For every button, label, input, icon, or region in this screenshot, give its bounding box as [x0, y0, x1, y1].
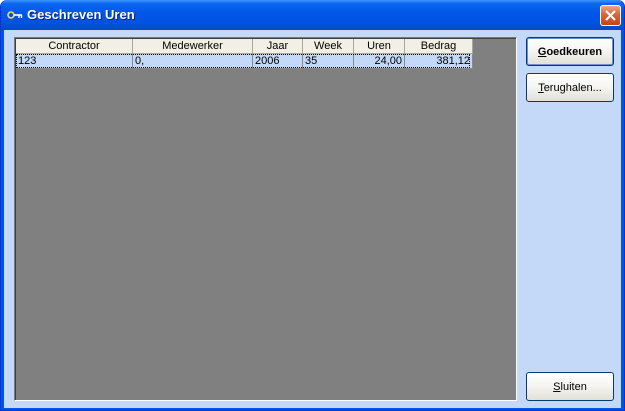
close-mnemonic: S — [553, 380, 561, 393]
column-header-medewerker[interactable]: Medewerker — [133, 39, 253, 54]
close-icon — [605, 10, 616, 21]
column-header-bedrag[interactable]: Bedrag — [405, 39, 473, 54]
dialog-client-area: Contractor Medewerker Jaar Week Uren Bed… — [4, 30, 621, 408]
grid-header: Contractor Medewerker Jaar Week Uren Bed… — [16, 39, 473, 54]
key-icon — [7, 11, 23, 19]
cell-contractor[interactable]: 123 — [16, 54, 133, 69]
close-label-rest: luiten — [560, 380, 587, 393]
close-button[interactable]: Sluiten — [526, 372, 614, 401]
retrieve-label-rest: erughalen... — [543, 81, 602, 94]
cell-medewerker[interactable]: 0, — [133, 54, 253, 69]
column-header-uren[interactable]: Uren — [354, 39, 405, 54]
dialog-window: Geschreven Uren Contractor Medewerker Ja… — [0, 0, 625, 411]
approve-label-rest: oedkeuren — [546, 45, 603, 58]
table-row[interactable]: 123 0, 2006 35 24,00 381,12 — [16, 54, 473, 69]
hours-grid[interactable]: Contractor Medewerker Jaar Week Uren Bed… — [14, 37, 517, 401]
column-header-contractor[interactable]: Contractor — [16, 39, 133, 54]
column-header-jaar[interactable]: Jaar — [253, 39, 303, 54]
cell-week[interactable]: 35 — [303, 54, 354, 69]
cell-jaar[interactable]: 2006 — [253, 54, 303, 69]
approve-button[interactable]: Goedkeuren — [526, 37, 614, 66]
cell-uren[interactable]: 24,00 — [354, 54, 405, 69]
window-title: Geschreven Uren — [27, 7, 135, 22]
title-bar[interactable]: Geschreven Uren — [1, 0, 624, 30]
retrieve-button[interactable]: Terughalen... — [526, 73, 614, 102]
window-close-button[interactable] — [600, 5, 621, 26]
cell-bedrag[interactable]: 381,12 — [405, 54, 473, 69]
column-header-week[interactable]: Week — [303, 39, 354, 54]
